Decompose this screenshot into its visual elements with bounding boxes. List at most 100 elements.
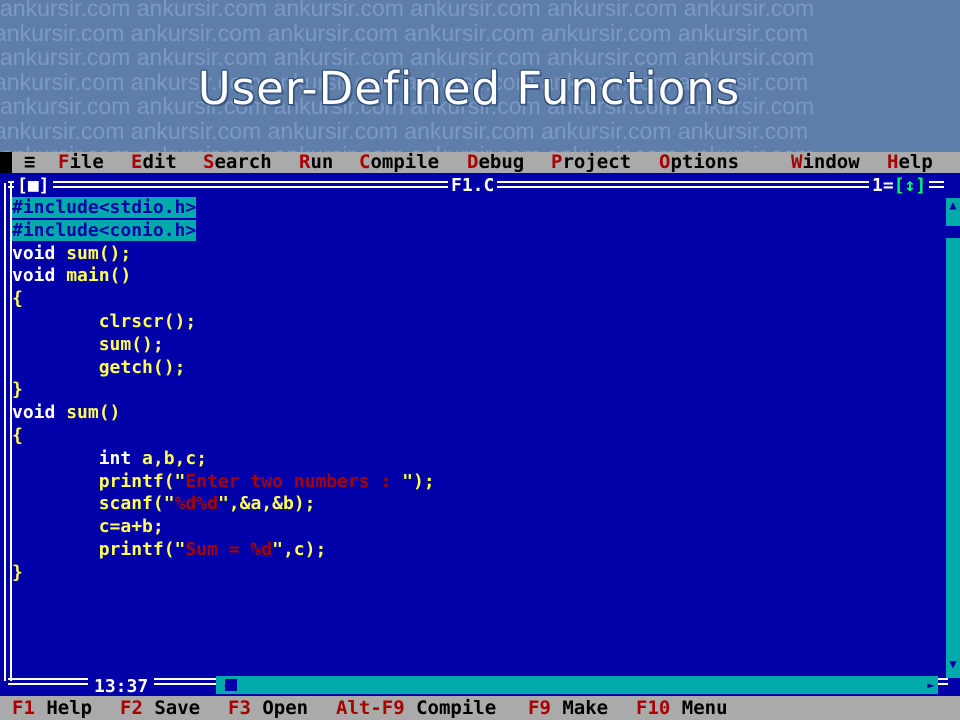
menu-hotkey: H: [887, 151, 899, 173]
code-line[interactable]: scanf("%d%d",&a,&b);: [12, 493, 435, 516]
scroll-up-arrow-icon[interactable]: ▲: [946, 198, 960, 212]
code-token: ();: [163, 310, 197, 332]
code-token: ",c);: [272, 538, 327, 560]
status-item-help[interactable]: F1 Help: [12, 696, 92, 720]
code-area[interactable]: #include<stdio.h> #include<conio.h> void s…: [12, 197, 435, 585]
menu-edit[interactable]: Edit: [131, 152, 177, 173]
status-item-menu[interactable]: F10 Menu: [636, 696, 728, 720]
menu-compile[interactable]: Compile: [359, 152, 439, 173]
zoom-box-icon[interactable]: [↕]: [894, 175, 927, 196]
code-line[interactable]: int a,b,c;: [12, 448, 435, 471]
watermark-text: ankursir.com: [541, 19, 678, 46]
code-token: int: [12, 447, 143, 469]
code-line[interactable]: c=a+b;: [12, 516, 435, 539]
code-token: Sum = %d: [185, 538, 273, 560]
code-token: void: [12, 402, 67, 424]
code-token: Enter two numbers :: [185, 470, 403, 492]
code-token: ();: [98, 242, 132, 264]
menu-label: dit: [142, 151, 177, 173]
close-box-icon[interactable]: [■]: [14, 175, 53, 197]
code-line[interactable]: void main(): [12, 265, 435, 288]
menu-file[interactable]: File: [58, 152, 104, 173]
status-item-make[interactable]: F9 Make: [528, 696, 608, 720]
code-line[interactable]: getch();: [12, 357, 435, 380]
status-key: F10: [636, 697, 671, 719]
watermark-text: ankursir.com: [267, 19, 405, 46]
code-line[interactable]: #include<stdio.h>: [12, 197, 435, 220]
status-label: Save: [142, 697, 201, 719]
status-label: Menu: [670, 697, 728, 719]
code-token: ");: [402, 470, 435, 492]
status-item-save[interactable]: F2 Save: [120, 696, 200, 720]
code-line[interactable]: {: [12, 288, 435, 311]
vertical-scrollbar[interactable]: ▲ ▼: [946, 198, 960, 678]
code-token: printf: [12, 538, 164, 560]
watermark-text: ankursir.com: [130, 117, 268, 144]
menu-hotkey: F: [58, 151, 70, 173]
code-line[interactable]: #include<conio.h>: [12, 219, 435, 243]
code-line[interactable]: }: [12, 562, 435, 585]
code-token: (": [152, 493, 175, 515]
watermark-text: ankursir.com: [404, 117, 542, 144]
code-token: ();: [152, 356, 186, 378]
horizontal-scrollbar[interactable]: ◄ ►: [216, 676, 938, 694]
editor-window[interactable]: [■] F1.C 1=[↕] ▲ ▼ #include<stdio.h> #inc…: [0, 173, 960, 698]
code-line[interactable]: sum();: [12, 334, 435, 357]
status-key: F1: [12, 697, 35, 719]
code-token: (): [98, 402, 121, 424]
code-token: (): [109, 265, 132, 287]
status-label: Help: [34, 697, 93, 719]
code-token: ();: [131, 333, 164, 355]
code-token: scanf: [12, 493, 153, 515]
code-token: {: [12, 424, 23, 446]
code-line[interactable]: printf("Sum = %d",c);: [12, 539, 435, 562]
code-line[interactable]: {: [12, 425, 435, 448]
code-token: clrscr: [12, 310, 164, 332]
code-token: printf: [12, 470, 164, 492]
watermark-text: ankursir.com: [404, 19, 542, 46]
vertical-scroll-thumb[interactable]: [946, 226, 960, 238]
code-line[interactable]: }: [12, 379, 435, 402]
code-line[interactable]: void sum();: [12, 243, 435, 266]
watermark-text: ankursir.com: [130, 19, 268, 46]
code-line[interactable]: void sum(): [12, 402, 435, 425]
slide-title: User-Defined Functions: [197, 62, 741, 115]
code-line[interactable]: clrscr();: [12, 311, 435, 334]
window-number-zoom[interactable]: 1=[↕]: [869, 175, 930, 197]
menu-label: ompile: [370, 151, 440, 173]
watermark-row: ankursir.com ankursir.com ankursir.com a…: [0, 117, 960, 144]
watermark-text: ankursir.com: [683, 0, 815, 21]
watermark-row: ankursir.com ankursir.com ankursir.com a…: [0, 0, 960, 21]
menu-options[interactable]: Options: [659, 152, 739, 173]
status-key: F2: [120, 697, 143, 719]
menu-search[interactable]: Search: [203, 152, 272, 173]
menu-project[interactable]: Project: [551, 152, 631, 173]
menu-label: roject: [562, 151, 632, 173]
code-token: a,b,c;: [142, 447, 208, 469]
horizontal-scroll-thumb[interactable]: [225, 679, 237, 691]
status-item-compile[interactable]: Alt-F9 Compile: [336, 696, 496, 720]
watermark-text: ankursir.com: [0, 19, 131, 46]
menu-label: ebug: [478, 151, 525, 173]
code-line[interactable]: printf("Enter two numbers : ");: [12, 471, 435, 494]
system-menu-icon[interactable]: ≡: [24, 152, 35, 173]
menu-bar: ≡ File Edit Search Run Compile Debug Pro…: [0, 152, 960, 173]
menu-help[interactable]: Help: [887, 152, 933, 173]
menu-window[interactable]: Window: [791, 152, 860, 173]
menu-debug[interactable]: Debug: [467, 152, 524, 173]
status-item-open[interactable]: F3 Open: [228, 696, 308, 720]
watermark-text: ankursir.com: [677, 117, 809, 144]
watermark-text: ankursir.com: [541, 117, 678, 144]
scroll-down-arrow-icon[interactable]: ▼: [946, 650, 960, 678]
code-token: sum: [66, 402, 99, 424]
menu-label: earch: [214, 151, 272, 173]
code-token: getch: [12, 356, 153, 378]
code-token: ",&a,&b);: [217, 493, 316, 515]
watermark-text: ankursir.com: [547, 0, 684, 21]
scroll-right-arrow-icon[interactable]: ►: [924, 676, 938, 694]
menu-run[interactable]: Run: [299, 152, 333, 173]
menu-label: elp: [898, 151, 933, 173]
window-number: 1: [872, 175, 883, 196]
menu-hotkey: O: [659, 151, 671, 173]
code-token: void: [12, 265, 67, 287]
